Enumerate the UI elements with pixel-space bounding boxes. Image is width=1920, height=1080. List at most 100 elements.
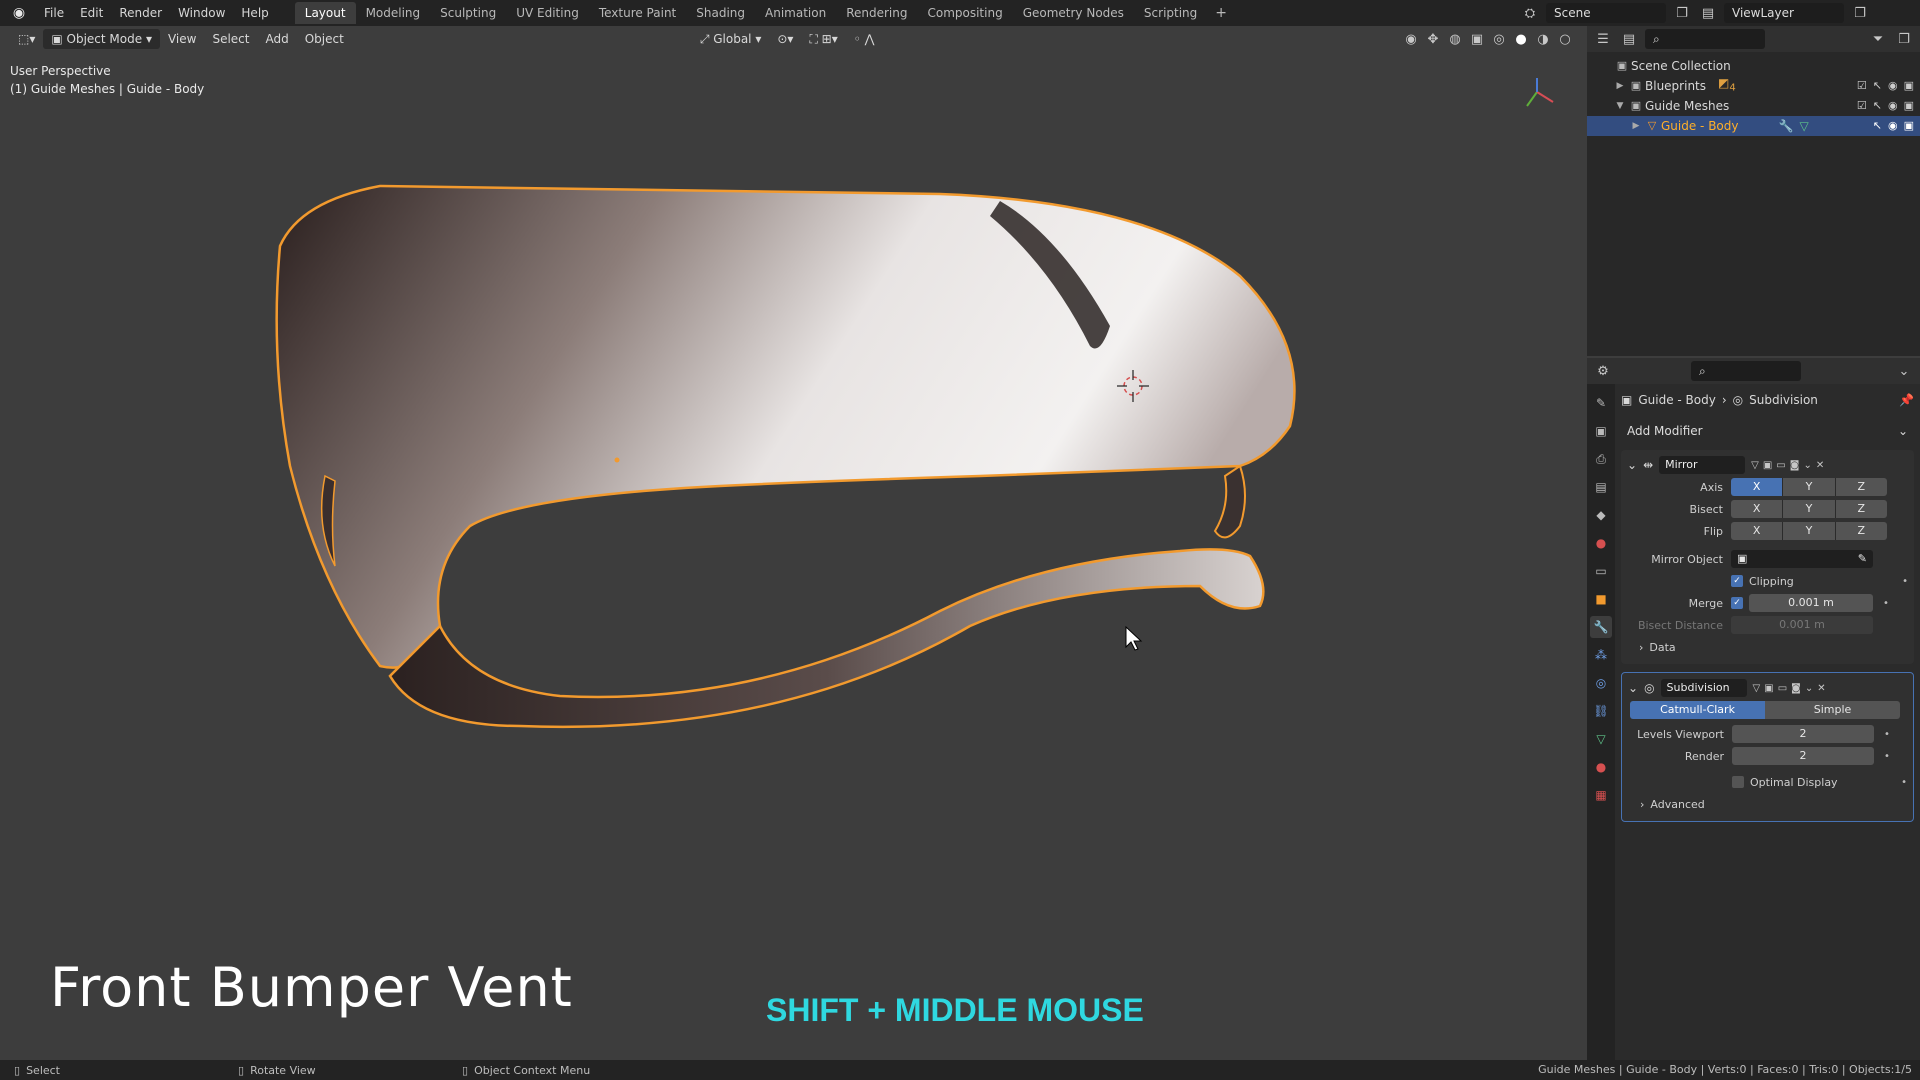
optimal-display-checkbox[interactable] xyxy=(1732,776,1744,788)
collapse-arrow-icon[interactable]: ⌄ xyxy=(1628,681,1638,695)
output-tab-icon[interactable]: ⎙ xyxy=(1590,448,1612,470)
dropdown-icon[interactable]: ⌄ xyxy=(1803,460,1811,471)
menu-render[interactable]: Render xyxy=(111,0,170,26)
collapse-arrow-icon[interactable]: ⌄ xyxy=(1627,458,1637,472)
eyedropper-icon[interactable]: ✎ xyxy=(1858,550,1873,568)
new-view-layer-icon[interactable]: ❐ xyxy=(1850,3,1870,23)
proportional-edit-icon[interactable]: ◦ ⋀ xyxy=(846,29,883,49)
3d-viewport[interactable]: ⬚▾ ▣ Object Mode ▾ View Select Add Objec… xyxy=(0,26,1585,1060)
tab-animation[interactable]: Animation xyxy=(755,2,836,24)
display-mode-icon[interactable]: ▤ xyxy=(1619,29,1639,49)
outliner-search-field[interactable]: ⌕ xyxy=(1645,29,1765,49)
cage-icon[interactable]: ▣ xyxy=(1764,683,1773,694)
render-toggle-icon[interactable]: ◙ xyxy=(1790,460,1800,471)
xray-icon[interactable]: ▣ xyxy=(1467,29,1487,49)
bisect-y-toggle[interactable]: Y xyxy=(1783,500,1836,518)
physics-tab-icon[interactable]: ◎ xyxy=(1590,672,1612,694)
eye-icon[interactable]: ◉ xyxy=(1888,96,1898,116)
select-icon[interactable]: ↖ xyxy=(1873,76,1882,96)
expand-arrow-icon[interactable]: ▶ xyxy=(1629,116,1643,136)
edit-mode-icon[interactable]: ▽ xyxy=(1753,683,1761,694)
tab-geometry-nodes[interactable]: Geometry Nodes xyxy=(1013,2,1134,24)
pin-icon[interactable]: 📌 xyxy=(1899,393,1914,407)
outliner-row-guide-body[interactable]: ▶ ▽ Guide - Body 🔧 ▽ ↖ ◉ ▣ xyxy=(1587,116,1920,136)
keyframe-dot-icon[interactable]: • xyxy=(1884,751,1890,762)
blender-logo-icon[interactable]: ◉ xyxy=(8,2,30,24)
keyframe-dot-icon[interactable]: • xyxy=(1902,576,1908,587)
merge-distance-field[interactable]: 0.001 m xyxy=(1749,594,1873,612)
tab-texture-paint[interactable]: Texture Paint xyxy=(589,2,686,24)
menu-view[interactable]: View xyxy=(160,29,204,49)
snap-icon[interactable]: ⛶ ⊞▾ xyxy=(801,29,845,49)
tab-layout[interactable]: Layout xyxy=(294,2,356,24)
menu-window[interactable]: Window xyxy=(170,0,233,26)
properties-search-field[interactable]: ⌕ xyxy=(1691,361,1801,381)
eye-icon[interactable]: ◉ xyxy=(1888,116,1898,136)
camera-icon[interactable]: ▣ xyxy=(1904,96,1914,116)
view-layer-tab-icon[interactable]: ▤ xyxy=(1590,476,1612,498)
menu-select[interactable]: Select xyxy=(204,29,257,49)
menu-object[interactable]: Object xyxy=(297,29,352,49)
filter-icon[interactable]: ⏷ xyxy=(1868,29,1888,49)
guide-body-mesh[interactable] xyxy=(0,26,1585,1060)
realtime-icon[interactable]: ▭ xyxy=(1778,683,1787,694)
select-icon[interactable]: ↖ xyxy=(1873,116,1882,136)
keyframe-dot-icon[interactable]: • xyxy=(1884,729,1890,740)
outliner-row-scene-collection[interactable]: ▣ Scene Collection xyxy=(1587,56,1920,76)
catmull-clark-button[interactable]: Catmull-Clark xyxy=(1630,701,1765,719)
edit-mode-icon[interactable]: ▽ xyxy=(1751,460,1759,471)
tab-uv-editing[interactable]: UV Editing xyxy=(506,2,589,24)
tab-shading[interactable]: Shading xyxy=(686,2,755,24)
flip-y-toggle[interactable]: Y xyxy=(1783,522,1836,540)
levels-viewport-field[interactable]: 2 xyxy=(1732,725,1874,743)
simple-button[interactable]: Simple xyxy=(1765,701,1900,719)
modifier-wrench-icon[interactable]: 🔧 xyxy=(1779,116,1794,136)
properties-editor-icon[interactable]: ⚙ xyxy=(1593,361,1613,381)
add-modifier-dropdown[interactable]: Add Modifier ⌄ xyxy=(1621,420,1914,442)
material-shading-icon[interactable]: ◑ xyxy=(1533,29,1553,49)
texture-tab-icon[interactable]: ▦ xyxy=(1590,784,1612,806)
tab-modeling[interactable]: Modeling xyxy=(356,2,431,24)
world-tab-icon[interactable]: ● xyxy=(1590,532,1612,554)
checkbox-icon[interactable]: ☑ xyxy=(1857,76,1867,96)
tab-rendering[interactable]: Rendering xyxy=(836,2,917,24)
render-toggle-icon[interactable]: ◙ xyxy=(1791,683,1801,694)
outliner-row-blueprints[interactable]: ▶ ▣ Blueprints ◩4 ☑ ↖ ◉ ▣ xyxy=(1587,76,1920,96)
add-workspace-button[interactable]: + xyxy=(1207,5,1235,21)
view-layer-icon[interactable]: ▤ xyxy=(1698,3,1718,23)
camera-icon[interactable]: ▣ xyxy=(1904,116,1914,136)
wireframe-shading-icon[interactable]: ◎ xyxy=(1489,29,1509,49)
material-tab-icon[interactable]: ● xyxy=(1590,756,1612,778)
outliner-row-guide-meshes[interactable]: ▼ ▣ Guide Meshes ☑ ↖ ◉ ▣ xyxy=(1587,96,1920,116)
outliner-editor-icon[interactable]: ☰ xyxy=(1593,29,1613,49)
tab-sculpting[interactable]: Sculpting xyxy=(430,2,506,24)
close-icon[interactable]: ✕ xyxy=(1817,683,1825,694)
tool-tab-icon[interactable]: ✎ xyxy=(1590,392,1612,414)
render-levels-field[interactable]: 2 xyxy=(1732,747,1874,765)
cage-icon[interactable]: ▣ xyxy=(1763,460,1772,471)
rendered-shading-icon[interactable]: ○ xyxy=(1555,29,1575,49)
menu-file[interactable]: File xyxy=(36,0,72,26)
object-tab-icon[interactable]: ■ xyxy=(1590,588,1612,610)
render-tab-icon[interactable]: ▣ xyxy=(1590,420,1612,442)
axis-x-toggle[interactable]: X xyxy=(1731,478,1784,496)
pivot-point-icon[interactable]: ⊙▾ xyxy=(769,29,801,49)
keyframe-dot-icon[interactable]: • xyxy=(1901,777,1907,788)
data-tab-icon[interactable]: ▽ xyxy=(1590,728,1612,750)
mirror-object-field[interactable]: ▣ ✎ xyxy=(1731,550,1873,568)
particles-tab-icon[interactable]: ⁂ xyxy=(1590,644,1612,666)
overlay-toggle-icon[interactable]: ◍ xyxy=(1445,29,1465,49)
checkbox-icon[interactable]: ☑ xyxy=(1857,96,1867,116)
menu-edit[interactable]: Edit xyxy=(72,0,111,26)
menu-help[interactable]: Help xyxy=(233,0,276,26)
flip-x-toggle[interactable]: X xyxy=(1731,522,1784,540)
collection-tab-icon[interactable]: ▭ xyxy=(1590,560,1612,582)
eye-icon[interactable]: ◉ xyxy=(1888,76,1898,96)
tab-compositing[interactable]: Compositing xyxy=(917,2,1012,24)
solid-shading-icon[interactable]: ● xyxy=(1511,29,1531,49)
scene-tab-icon[interactable]: ◆ xyxy=(1590,504,1612,526)
constraints-tab-icon[interactable]: ⛓ xyxy=(1590,700,1612,722)
merge-checkbox[interactable]: ✓ xyxy=(1731,597,1743,609)
scene-icon[interactable]: ⛭ xyxy=(1520,3,1540,23)
axis-y-toggle[interactable]: Y xyxy=(1783,478,1836,496)
